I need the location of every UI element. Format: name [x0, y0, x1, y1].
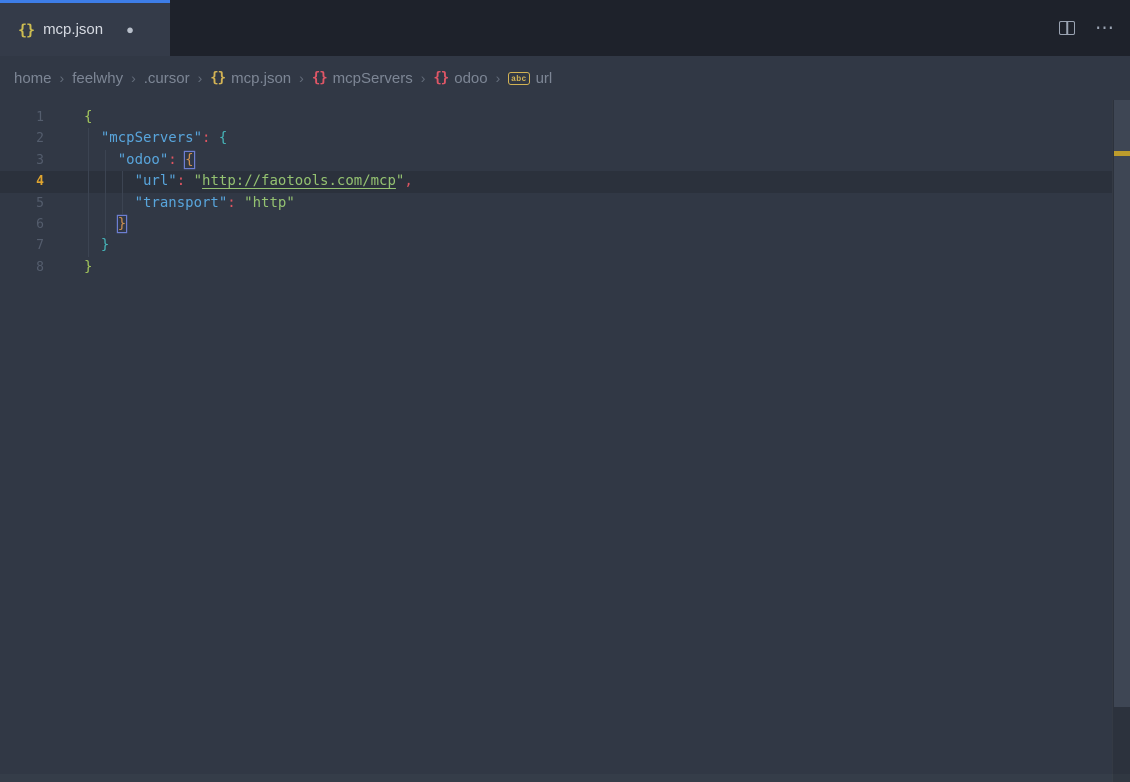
breadcrumb-separator-icon: ›: [421, 70, 426, 86]
breadcrumb-item-cursor[interactable]: .cursor: [144, 70, 190, 87]
line-number-gutter: 12345678: [0, 107, 44, 278]
json-file-icon: {}: [18, 21, 34, 39]
code-line-7[interactable]: }: [84, 235, 413, 256]
editor-actions: ⋯: [1059, 0, 1114, 56]
tab-bar: {} mcp.json ● ⋯: [0, 0, 1130, 56]
editor-window: {} mcp.json ● ⋯ home › feelwhy › .cursor › {} m…: [0, 0, 1130, 782]
breadcrumb-label: mcp.json: [231, 70, 291, 87]
scrollbar-track[interactable]: [1112, 100, 1130, 782]
code-line-2[interactable]: "mcpServers": {: [84, 128, 413, 149]
code-token: {: [185, 152, 193, 168]
braces-symbol-icon: {}: [433, 70, 448, 86]
code-token: [84, 130, 101, 146]
code-content: { "mcpServers": { "odoo": { "url": "http…: [84, 107, 413, 278]
code-token: "transport": [135, 195, 228, 211]
code-token: [84, 216, 118, 232]
breadcrumb-item-feelwhy[interactable]: feelwhy: [72, 70, 123, 87]
tab-label: mcp.json: [43, 21, 103, 38]
breadcrumb-label: url: [536, 70, 553, 87]
line-number-2[interactable]: 2: [0, 128, 44, 149]
breadcrumb-label: feelwhy: [72, 70, 123, 87]
tab-mcp-json[interactable]: {} mcp.json ●: [0, 0, 170, 56]
split-editor-icon[interactable]: [1059, 21, 1075, 35]
code-line-4[interactable]: "url": "http://faotools.com/mcp",: [84, 171, 413, 192]
code-token: ": [194, 173, 202, 189]
breadcrumb-separator-icon: ›: [496, 70, 501, 86]
line-number-4[interactable]: 4: [0, 171, 44, 192]
breadcrumb-label: home: [14, 70, 52, 87]
code-token: "mcpServers": [101, 130, 202, 146]
code-line-6[interactable]: }: [84, 214, 413, 235]
line-number-5[interactable]: 5: [0, 193, 44, 214]
overview-ruler-marker: [1114, 151, 1130, 156]
breadcrumb-label: .cursor: [144, 70, 190, 87]
code-token: "url": [135, 173, 177, 189]
code-token: [84, 195, 135, 211]
scrollbar-thumb[interactable]: [1114, 100, 1130, 707]
breadcrumb-separator-icon: ›: [131, 70, 136, 86]
breadcrumb-label: mcpServers: [333, 70, 413, 87]
code-token: [84, 173, 135, 189]
breadcrumb-item-home[interactable]: home: [14, 70, 52, 87]
braces-symbol-icon: {}: [210, 70, 225, 86]
breadcrumb-item-url[interactable]: abcurl: [508, 70, 552, 87]
code-token: {: [84, 109, 92, 125]
code-line-5[interactable]: "transport": "http": [84, 193, 413, 214]
code-token: :: [168, 152, 176, 168]
code-editor[interactable]: 12345678 { "mcpServers": { "odoo": { "ur…: [0, 100, 1130, 782]
code-token: [210, 130, 218, 146]
more-actions-icon[interactable]: ⋯: [1095, 19, 1114, 38]
breadcrumb-item-mcpServers[interactable]: {} mcpServers: [312, 70, 413, 87]
breadcrumb-item-mcp-json[interactable]: {} mcp.json: [210, 70, 291, 87]
code-token: :: [177, 173, 185, 189]
braces-symbol-icon: {}: [312, 70, 327, 86]
code-token: "odoo": [118, 152, 169, 168]
code-token: ,: [404, 173, 412, 189]
line-number-7[interactable]: 7: [0, 235, 44, 256]
line-number-6[interactable]: 6: [0, 214, 44, 235]
code-line-1[interactable]: {: [84, 107, 413, 128]
code-token: [84, 237, 101, 253]
code-line-3[interactable]: "odoo": {: [84, 150, 413, 171]
code-token: [185, 173, 193, 189]
code-token: [177, 152, 185, 168]
line-number-3[interactable]: 3: [0, 150, 44, 171]
modified-dot-icon[interactable]: ●: [126, 23, 134, 36]
line-number-8[interactable]: 8: [0, 257, 44, 278]
breadcrumb-separator-icon: ›: [299, 70, 304, 86]
code-token: }: [84, 259, 92, 275]
code-token: [84, 152, 118, 168]
code-token: "http": [244, 195, 295, 211]
string-symbol-icon: abc: [508, 72, 529, 85]
code-token: {: [219, 130, 227, 146]
breadcrumb-separator-icon: ›: [60, 70, 65, 86]
bottom-edge: [0, 774, 1130, 782]
breadcrumb-separator-icon: ›: [198, 70, 203, 86]
line-number-1[interactable]: 1: [0, 107, 44, 128]
breadcrumb-label: odoo: [454, 70, 487, 87]
code-token: }: [101, 237, 109, 253]
code-token: [236, 195, 244, 211]
code-token: }: [118, 216, 126, 232]
code-token: http://faotools.com/mcp: [202, 173, 396, 189]
breadcrumb: home › feelwhy › .cursor › {} mcp.json › {} mcpSer…: [0, 56, 1130, 100]
breadcrumb-item-odoo[interactable]: {} odoo: [433, 70, 487, 87]
code-line-8[interactable]: }: [84, 257, 413, 278]
code-token: :: [227, 195, 235, 211]
